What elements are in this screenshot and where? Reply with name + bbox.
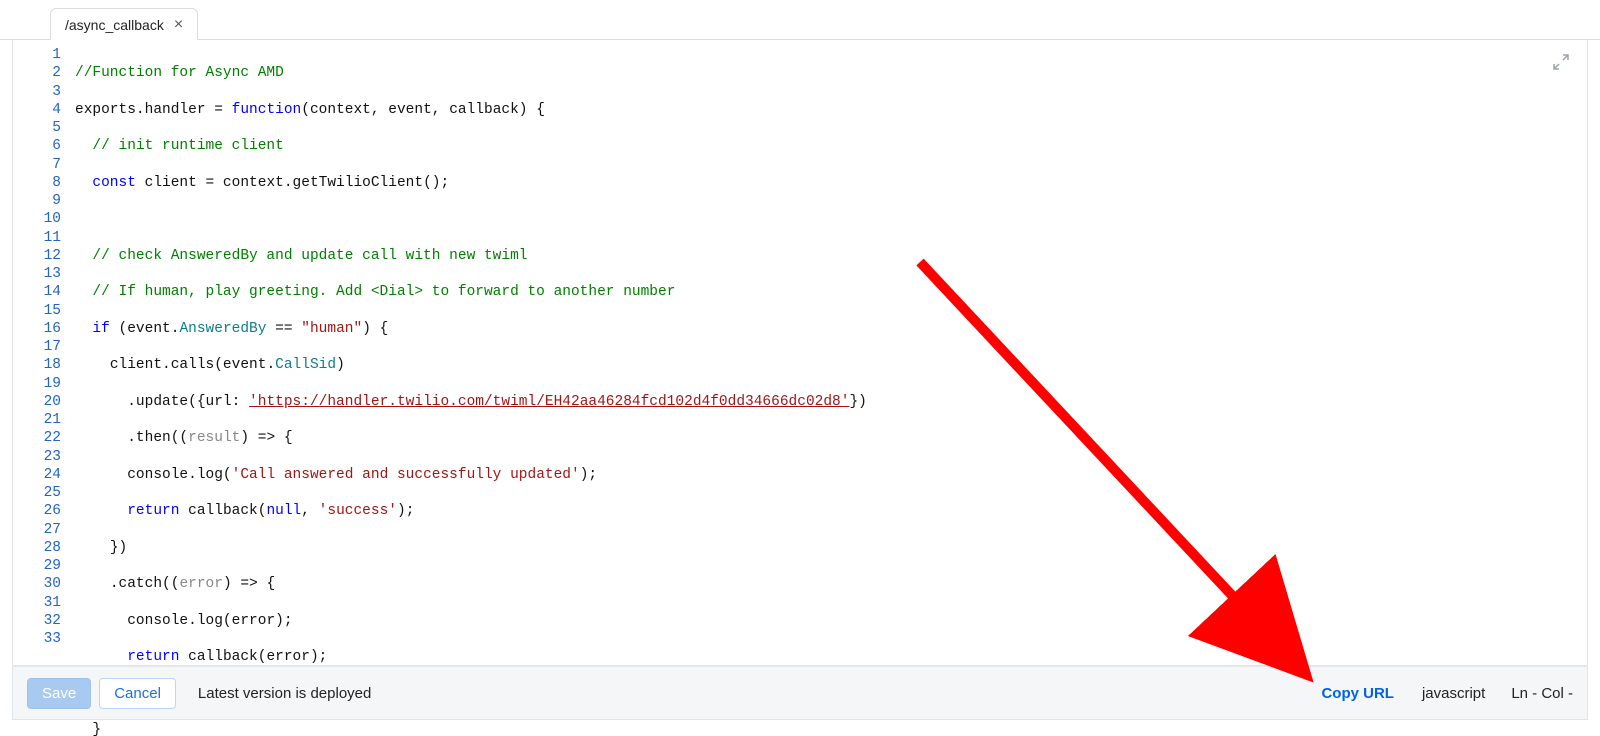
expand-icon[interactable] [1553,54,1569,70]
cursor-position: Ln - Col - [1511,685,1573,702]
line-number-gutter: 1234567891011121314151617181920212223242… [13,46,75,736]
language-indicator[interactable]: javascript [1422,685,1485,702]
close-icon[interactable]: × [174,17,183,33]
deploy-status: Latest version is deployed [198,685,371,702]
code-editor[interactable]: 1234567891011121314151617181920212223242… [12,40,1588,666]
cancel-button[interactable]: Cancel [99,678,176,709]
editor-footer: Save Cancel Latest version is deployed C… [12,666,1588,720]
copy-url-link[interactable]: Copy URL [1321,685,1394,702]
tab-async-callback[interactable]: /async_callback × [50,8,198,40]
code-area[interactable]: //Function for Async AMD exports.handler… [75,46,1587,736]
tab-strip: /async_callback × [0,4,1600,40]
save-button[interactable]: Save [27,678,91,709]
tab-label: /async_callback [65,17,164,33]
